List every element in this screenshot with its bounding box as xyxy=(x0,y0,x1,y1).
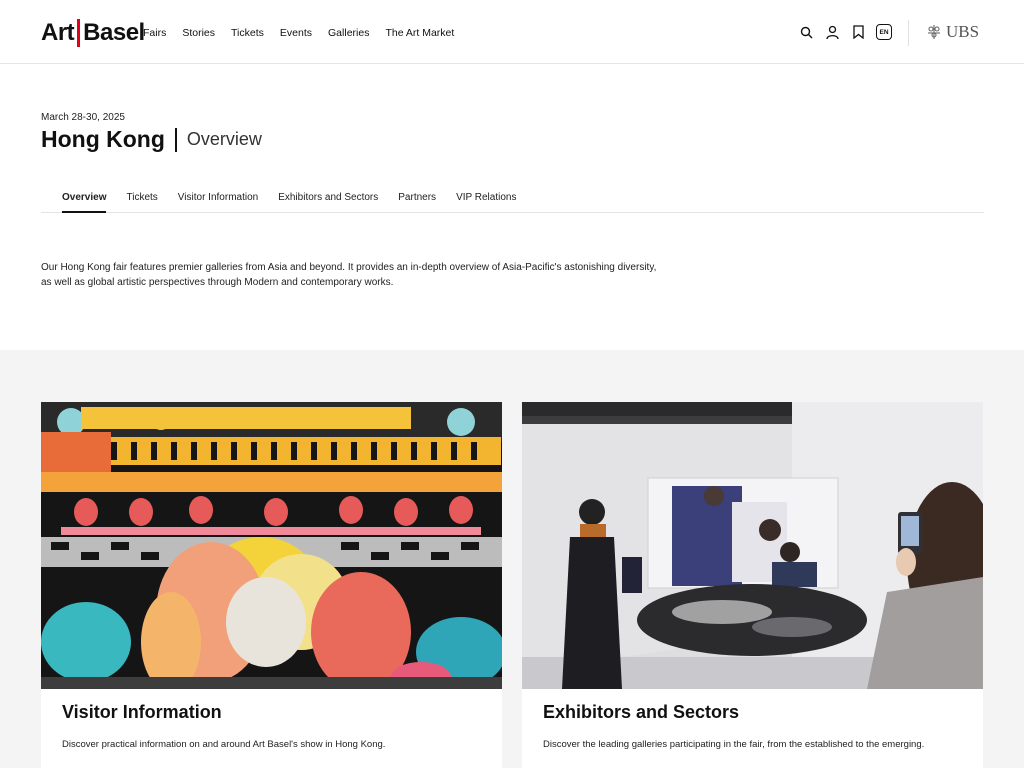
card-description: Discover the leading galleries participa… xyxy=(543,739,925,750)
logo-text-basel: Basel xyxy=(83,19,145,46)
nav-tickets[interactable]: Tickets xyxy=(231,27,264,39)
tab-visitor-information[interactable]: Visitor Information xyxy=(178,188,258,213)
art-basel-logo[interactable]: Art Basel xyxy=(41,19,145,47)
title-separator xyxy=(174,127,177,152)
account-icon[interactable] xyxy=(824,23,840,41)
search-icon[interactable] xyxy=(798,23,814,41)
nav-events[interactable]: Events xyxy=(280,27,312,39)
fair-tabs: Overview Tickets Visitor Information Exh… xyxy=(41,188,984,213)
ubs-keys-icon xyxy=(928,25,940,39)
nav-fairs[interactable]: Fairs xyxy=(143,27,166,39)
nav-galleries[interactable]: Galleries xyxy=(328,27,369,39)
logo-text-art: Art xyxy=(41,19,75,46)
page-section: Overview xyxy=(186,129,262,149)
fair-city: Hong Kong xyxy=(41,126,165,152)
ubs-logo[interactable]: UBS xyxy=(926,22,979,42)
card-title[interactable]: Visitor Information xyxy=(62,702,222,723)
language-icon[interactable]: EN xyxy=(876,24,892,40)
exhibitors-card[interactable]: Exhibitors and Sectors Discover the lead… xyxy=(522,402,983,768)
tab-partners[interactable]: Partners xyxy=(398,188,436,213)
intro-text: Our Hong Kong fair features premier gall… xyxy=(41,262,657,288)
bookmark-icon[interactable] xyxy=(850,23,866,41)
tab-vip-relations[interactable]: VIP Relations xyxy=(456,188,516,213)
tab-overview[interactable]: Overview xyxy=(62,188,107,213)
header-divider xyxy=(908,20,909,46)
main-nav: Fairs Stories Tickets Events Galleries T… xyxy=(143,27,470,39)
nav-art-market[interactable]: The Art Market xyxy=(385,27,454,39)
card-title[interactable]: Exhibitors and Sectors xyxy=(543,702,739,723)
gallery-image xyxy=(522,402,983,689)
page-title: Hong Kong Overview xyxy=(41,126,262,153)
card-description: Discover practical information on and ar… xyxy=(62,739,386,750)
artwork-image xyxy=(41,402,502,689)
visitor-info-card[interactable]: Visitor Information Discover practical i… xyxy=(41,402,502,768)
tab-tickets[interactable]: Tickets xyxy=(126,188,157,213)
site-header: Art Basel Fairs Stories Tickets Events G… xyxy=(0,0,1024,64)
nav-stories[interactable]: Stories xyxy=(182,27,215,39)
header-tools: EN xyxy=(798,23,892,41)
sponsor-name: UBS xyxy=(946,22,980,41)
fair-date: March 28-30, 2025 xyxy=(41,112,125,123)
tab-exhibitors-sectors[interactable]: Exhibitors and Sectors xyxy=(278,188,378,213)
logo-divider xyxy=(77,19,81,47)
